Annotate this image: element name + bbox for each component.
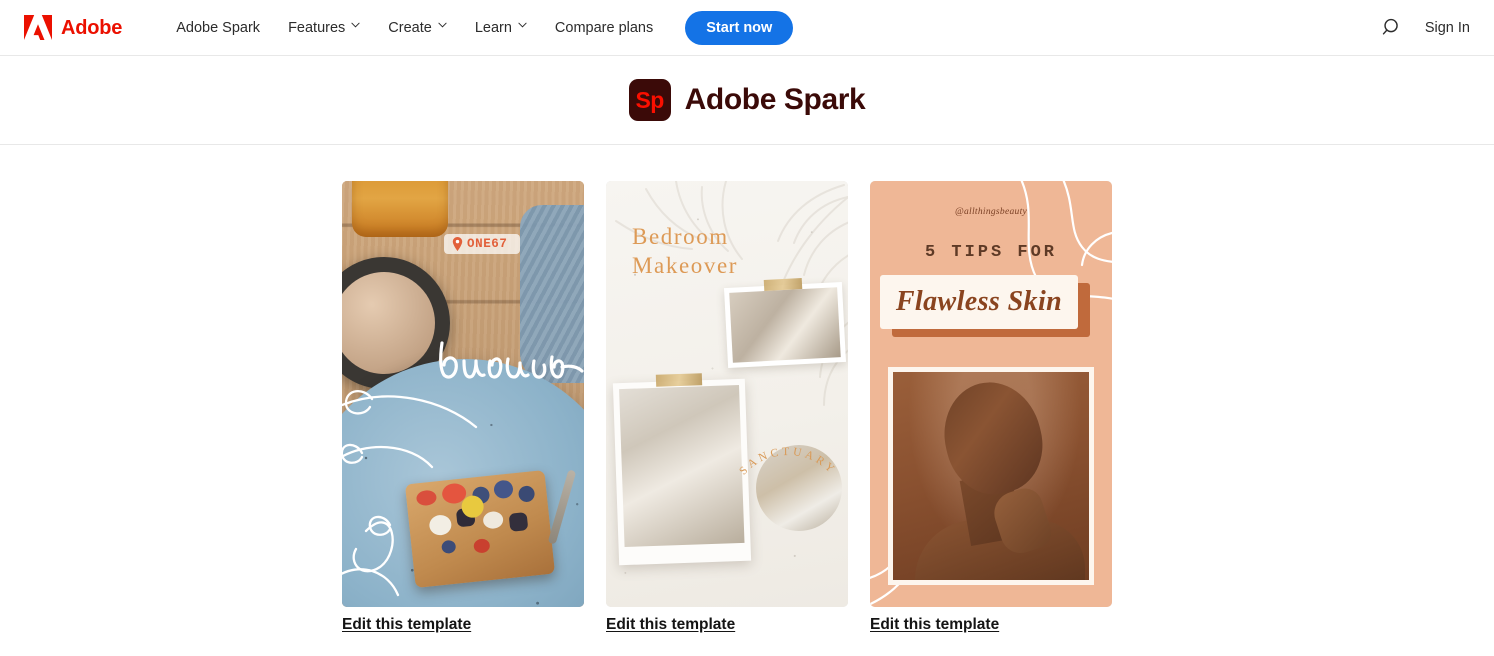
nav-item-compare-plans[interactable]: Compare plans [541, 0, 667, 56]
washi-tape [655, 373, 703, 387]
adobe-logo-icon [24, 15, 52, 40]
chevron-down-icon [518, 22, 527, 31]
template-gallery: ONE67 Edit this template Bedroom Makeove… [0, 145, 1494, 634]
portrait-photo [893, 372, 1089, 580]
spark-app-icon: Sp [628, 79, 671, 121]
start-now-button[interactable]: Start now [685, 10, 794, 45]
portrait-frame [888, 367, 1094, 585]
card-headline: Flawless Skin [895, 286, 1063, 317]
search-icon[interactable] [1382, 17, 1403, 38]
card-title: Bedroom Makeover [632, 223, 738, 281]
edit-template-link[interactable]: Edit this template [342, 616, 471, 634]
card-title-line-1: Bedroom [632, 224, 729, 249]
product-name: Adobe Spark [684, 83, 866, 116]
photo-image [729, 287, 841, 363]
polaroid-photo-top [723, 281, 847, 369]
chevron-down-icon [351, 22, 360, 31]
nav-item-features[interactable]: Features [274, 0, 374, 56]
nav-item-label: Create [388, 19, 432, 36]
template-card-flawless-skin: @allthingsbeauty 5 TIPS FOR Flawless Ski… [870, 181, 1112, 634]
decorative-swirl-ornament [342, 381, 556, 607]
product-logo-bar: Sp Adobe Spark [0, 56, 1494, 145]
template-thumbnail[interactable]: ONE67 [342, 181, 584, 607]
template-thumbnail[interactable]: @allthingsbeauty 5 TIPS FOR Flawless Ski… [870, 181, 1112, 607]
curved-text-label: SANCTUARY [737, 446, 838, 477]
edit-template-link[interactable]: Edit this template [870, 616, 999, 634]
location-pin-icon [452, 237, 463, 251]
template-thumbnail[interactable]: Bedroom Makeover SANCTUARY [606, 181, 848, 607]
chevron-down-icon [438, 22, 447, 31]
nav-item-learn[interactable]: Learn [461, 0, 541, 56]
nav-right-actions: Sign In [1382, 17, 1470, 38]
template-card-bedroom-makeover: Bedroom Makeover SANCTUARY Edit this tem… [606, 181, 848, 634]
nav-item-adobe-spark[interactable]: Adobe Spark [162, 0, 274, 56]
washi-tape [763, 278, 803, 291]
template-card-brunch: ONE67 Edit this template [342, 181, 584, 634]
adobe-spark-logo[interactable]: Sp Adobe Spark [628, 79, 866, 121]
location-badge: ONE67 [444, 234, 520, 254]
edit-template-link[interactable]: Edit this template [606, 616, 735, 634]
top-navigation-bar: Adobe Adobe Spark Features Create Learn … [0, 0, 1494, 56]
card-kicker: 5 TIPS FOR [924, 243, 1058, 262]
nav-item-label: Compare plans [554, 19, 654, 36]
headline-banner: Flawless Skin [880, 275, 1078, 329]
model-head [932, 372, 1054, 504]
sanctuary-curved-text: SANCTUARY [724, 421, 848, 549]
nav-item-label: Features [288, 19, 346, 36]
primary-nav-links: Adobe Spark Features Create Learn Compar… [162, 0, 794, 56]
nav-item-label: Learn [474, 19, 512, 36]
card-title-line-2: Makeover [632, 252, 739, 278]
sign-in-link[interactable]: Sign In [1425, 20, 1470, 36]
brunch-script-text [434, 331, 584, 391]
location-badge-label: ONE67 [467, 236, 508, 251]
honey-jar [352, 181, 448, 237]
nav-item-label: Adobe Spark [176, 19, 261, 36]
social-handle: @allthingsbeauty [954, 207, 1028, 217]
nav-item-create[interactable]: Create [374, 0, 461, 56]
adobe-wordmark: Adobe [61, 16, 123, 39]
adobe-brand-logo[interactable]: Adobe [24, 15, 122, 40]
